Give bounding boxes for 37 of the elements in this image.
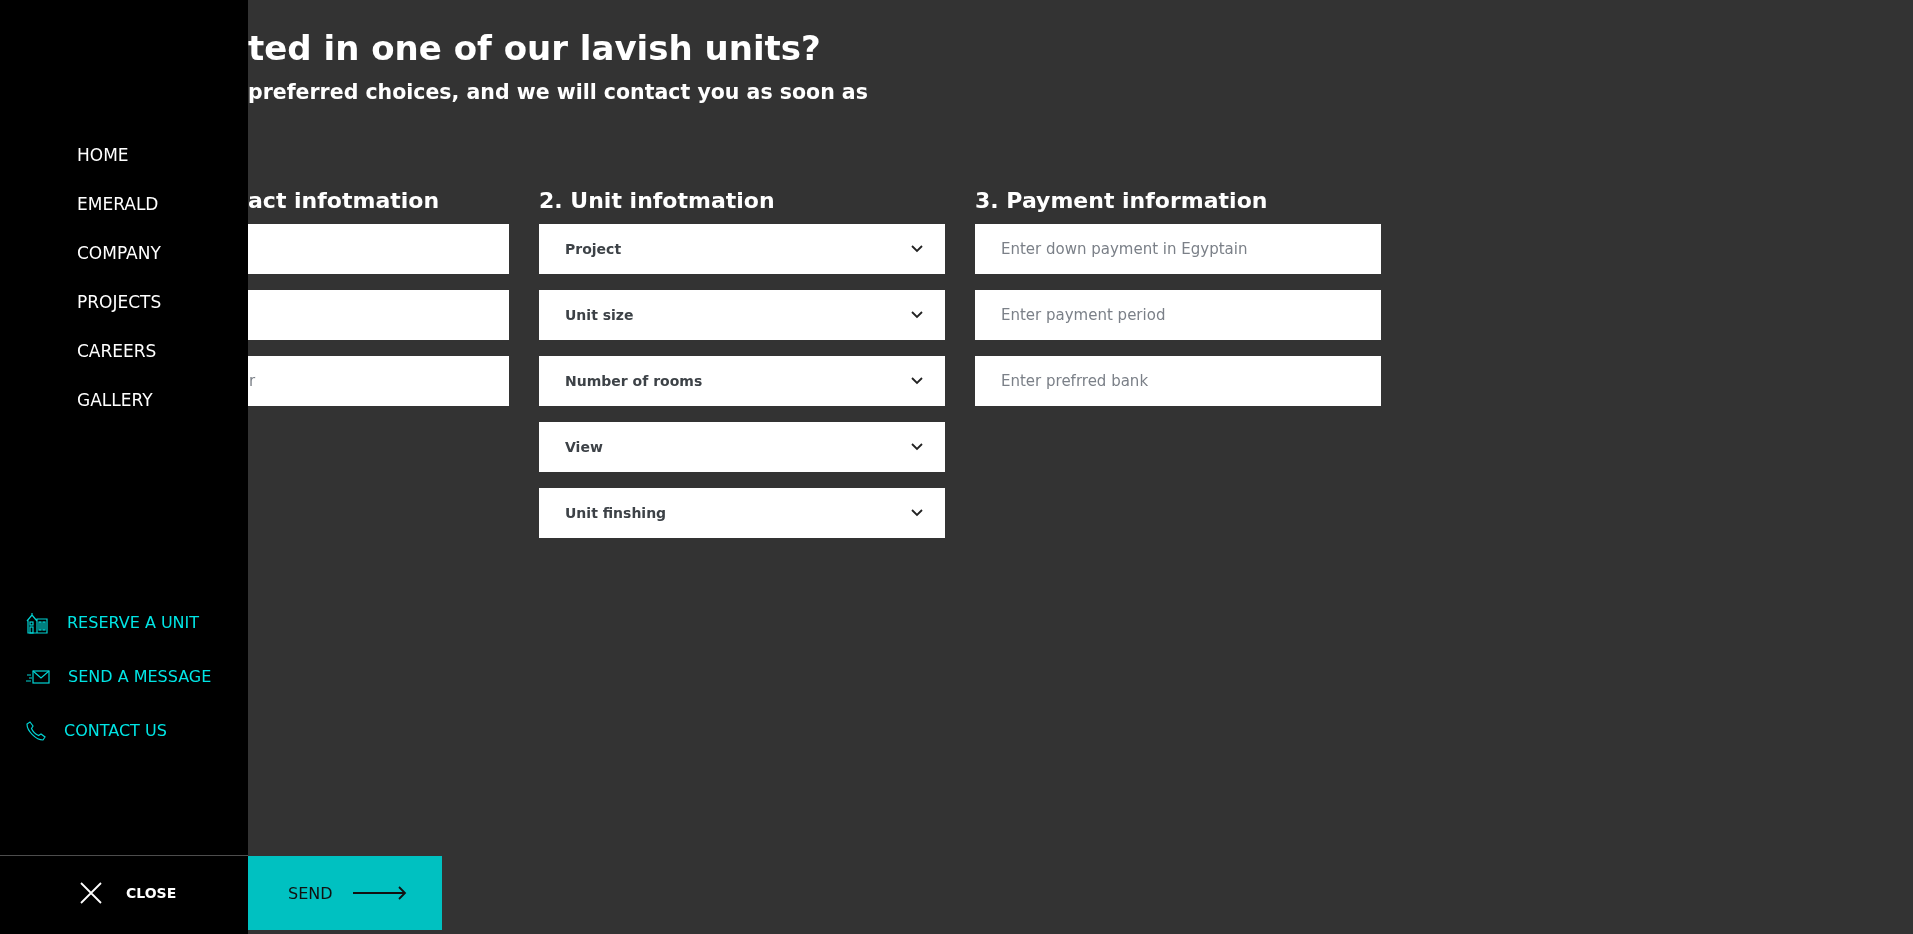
nav-link[interactable]: EMERALD <box>77 192 159 215</box>
dropdown[interactable]: View <box>539 422 945 472</box>
section-heading: act infotmation <box>248 187 440 215</box>
chevron-down-icon <box>911 443 923 451</box>
section-heading: 2. Unit infotmation <box>539 187 775 215</box>
section-heading: 3. Payment information <box>975 187 1268 215</box>
dropdown[interactable]: Project <box>539 224 945 274</box>
chevron-down-icon <box>911 311 923 319</box>
input-field[interactable]: Enter down payment in Egyptain <box>975 224 1381 274</box>
nav-link[interactable]: GALLERY <box>77 388 153 411</box>
sidebar-action-link[interactable]: CONTACT US <box>26 720 167 742</box>
arrow-right-icon <box>352 886 407 900</box>
chevron-down-icon <box>911 245 923 253</box>
nav-link[interactable]: PROJECTS <box>77 290 162 313</box>
sidebar-action-link[interactable]: RESERVE A UNIT <box>26 612 200 634</box>
dropdown[interactable]: Unit finshing <box>539 488 945 538</box>
sidebar-action-link[interactable]: SEND A MESSAGE <box>26 666 212 688</box>
input-field[interactable]: Enter payment period <box>975 290 1381 340</box>
phone-icon <box>26 721 46 741</box>
nav-link[interactable]: CAREERS <box>77 339 157 362</box>
chevron-down-icon <box>911 377 923 385</box>
dropdown[interactable]: Unit size <box>539 290 945 340</box>
building-icon <box>26 612 49 634</box>
input-field[interactable] <box>248 290 509 340</box>
nav-link[interactable]: COMPANY <box>77 241 161 264</box>
nav-link[interactable]: HOME <box>77 143 129 166</box>
close-button[interactable]: CLOSE <box>80 882 177 904</box>
page-title: ted in one of our lavish units? <box>248 27 821 70</box>
chevron-down-icon <box>911 509 923 517</box>
close-icon <box>80 882 102 904</box>
send-button[interactable]: SEND <box>248 856 442 930</box>
page-subtitle: preferred choices, and we will contact you as soon as <box>248 79 868 105</box>
dropdown[interactable]: Number of rooms <box>539 356 945 406</box>
input-field[interactable]: r <box>248 356 509 406</box>
input-field[interactable] <box>248 224 509 274</box>
input-field[interactable]: Enter prefrred bank <box>975 356 1381 406</box>
mail-icon <box>26 670 50 684</box>
